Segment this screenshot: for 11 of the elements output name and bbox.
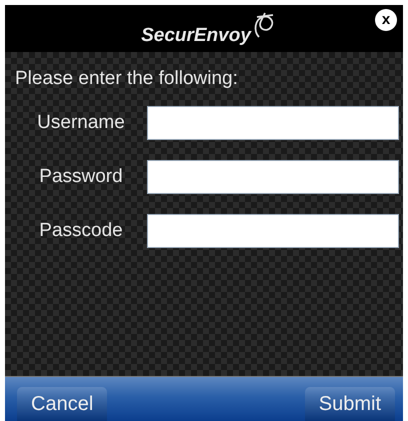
prompt-text: Please enter the following:	[15, 68, 239, 90]
input-field[interactable]	[147, 160, 399, 194]
cancel-button[interactable]: Cancel	[17, 387, 108, 421]
input-field[interactable]	[147, 106, 399, 140]
logo-text: SecurEnvoy	[141, 24, 251, 46]
close-button[interactable]: x	[375, 9, 397, 31]
input-field[interactable]	[147, 214, 399, 248]
field-label: Password	[38, 166, 124, 188]
field-label: Username	[36, 112, 126, 134]
field-label: Passcode	[38, 220, 124, 242]
submit-button[interactable]: Submit	[304, 387, 395, 421]
